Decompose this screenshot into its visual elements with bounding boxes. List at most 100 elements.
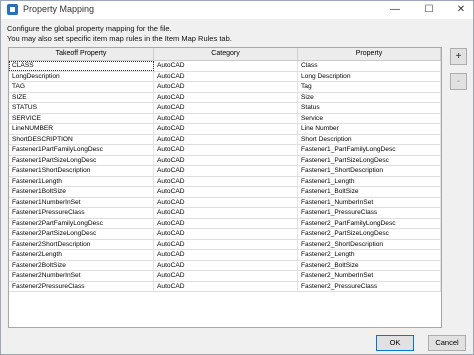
table-row[interactable]: LineNUMBER AutoCAD Line Number	[9, 124, 441, 135]
table-row[interactable]: LongDescription AutoCAD Long Description	[9, 71, 441, 82]
table-row[interactable]: Fastener2PressureClass AutoCAD Fastener2_P…	[9, 281, 441, 292]
property-cell[interactable]: Fastener1_PressureClass	[298, 208, 441, 218]
category-cell[interactable]: AutoCAD	[154, 71, 298, 82]
property-cell[interactable]: Fastener2_BoltSize	[298, 260, 441, 271]
property-cell[interactable]: Line Number	[298, 124, 441, 134]
takeoff-property-cell[interactable]: Fastener2PartSizeLongDesc	[9, 229, 154, 239]
takeoff-property-cell[interactable]: ShortDESCRIPTION	[9, 134, 154, 145]
takeoff-property-cell[interactable]: Fastener1ShortDescription	[9, 166, 154, 176]
table-row[interactable]: STATUS AutoCAD Status	[9, 103, 441, 114]
ok-button[interactable]: OK	[376, 335, 414, 351]
table-row[interactable]: Fastener1PartFamilyLongDesc AutoCAD Fasten…	[9, 145, 441, 156]
takeoff-property-cell[interactable]: Fastener1PressureClass	[9, 208, 154, 218]
property-cell[interactable]: Fastener1_BoltSize	[298, 187, 441, 197]
remove-row-button[interactable]: -	[450, 73, 467, 90]
takeoff-property-cell[interactable]: Fastener2PartFamilyLongDesc	[9, 218, 154, 229]
takeoff-property-cell[interactable]: Fastener2PressureClass	[9, 281, 154, 292]
close-icon[interactable]: ✕	[447, 1, 474, 19]
takeoff-property-cell[interactable]: CLASS	[9, 61, 154, 71]
table-row[interactable]: Fastener1NumberInSet AutoCAD Fastener1_Num…	[9, 197, 441, 208]
category-cell[interactable]: AutoCAD	[154, 260, 298, 271]
table-row[interactable]: Fastener2PartFamilyLongDesc AutoCAD Fasten…	[9, 218, 441, 229]
takeoff-property-cell[interactable]: SIZE	[9, 92, 154, 103]
takeoff-property-cell[interactable]: Fastener1NumberInSet	[9, 197, 154, 208]
takeoff-property-cell[interactable]: Fastener2Length	[9, 250, 154, 260]
category-cell[interactable]: AutoCAD	[154, 281, 298, 292]
property-cell[interactable]: Fastener1_NumberInSet	[298, 197, 441, 208]
category-cell[interactable]: AutoCAD	[154, 61, 298, 71]
property-cell[interactable]: Fastener2_ShortDescription	[298, 239, 441, 250]
property-cell[interactable]: Class	[298, 61, 441, 71]
property-cell[interactable]: Fastener2_Length	[298, 250, 441, 260]
category-cell[interactable]: AutoCAD	[154, 134, 298, 145]
category-cell[interactable]: AutoCAD	[154, 92, 298, 103]
table-row[interactable]: SIZE AutoCAD Size	[9, 92, 441, 103]
property-cell[interactable]: Fastener1_PartSizeLongDesc	[298, 155, 441, 166]
category-cell[interactable]: AutoCAD	[154, 124, 298, 134]
takeoff-property-cell[interactable]: STATUS	[9, 103, 154, 113]
table-row[interactable]: Fastener2NumberInSet AutoCAD Fastener2_Num…	[9, 271, 441, 282]
category-cell[interactable]: AutoCAD	[154, 166, 298, 176]
property-cell[interactable]: Fastener1_ShortDescription	[298, 166, 441, 176]
property-cell[interactable]: Fastener2_PressureClass	[298, 281, 441, 292]
table-row[interactable]: Fastener1PartSizeLongDesc AutoCAD Fastener…	[9, 155, 441, 166]
category-cell[interactable]: AutoCAD	[154, 82, 298, 92]
table-row[interactable]: SERVICE AutoCAD Service	[9, 113, 441, 124]
takeoff-property-cell[interactable]: Fastener1Length	[9, 176, 154, 187]
category-cell[interactable]: AutoCAD	[154, 103, 298, 113]
category-cell[interactable]: AutoCAD	[154, 250, 298, 260]
property-cell[interactable]: Fastener1_PartFamilyLongDesc	[298, 145, 441, 155]
property-cell[interactable]: Tag	[298, 82, 441, 92]
category-cell[interactable]: AutoCAD	[154, 176, 298, 187]
property-cell[interactable]: Fastener2_PartSizeLongDesc	[298, 229, 441, 239]
table-row[interactable]: Fastener1Length AutoCAD Fastener1_Length	[9, 176, 441, 187]
table-row[interactable]: TAG AutoCAD Tag	[9, 82, 441, 93]
takeoff-property-cell[interactable]: Fastener2NumberInSet	[9, 271, 154, 281]
column-header-property[interactable]: Property	[298, 48, 441, 60]
table-row[interactable]: CLASS AutoCAD Class	[9, 61, 441, 72]
property-cell[interactable]: Service	[298, 113, 441, 124]
table-row[interactable]: ShortDESCRIPTION AutoCAD Short Description	[9, 134, 441, 145]
property-cell[interactable]: Long Description	[298, 71, 441, 82]
property-cell[interactable]: Fastener1_Length	[298, 176, 441, 187]
table-row[interactable]: Fastener2PartSizeLongDesc AutoCAD Fastener…	[9, 229, 441, 240]
minimize-icon[interactable]: —	[381, 1, 409, 19]
column-header-category[interactable]: Category	[154, 48, 298, 60]
table-row[interactable]: Fastener1ShortDescription AutoCAD Fastener…	[9, 166, 441, 177]
table-row[interactable]: Fastener2ShortDescription AutoCAD Fastener…	[9, 239, 441, 250]
property-cell[interactable]: Fastener2_NumberInSet	[298, 271, 441, 281]
property-cell[interactable]: Short Description	[298, 134, 441, 145]
cancel-button[interactable]: Cancel	[428, 335, 466, 351]
table-row[interactable]: Fastener1PressureClass AutoCAD Fastener1_P…	[9, 208, 441, 219]
takeoff-property-cell[interactable]: LineNUMBER	[9, 124, 154, 134]
takeoff-property-cell[interactable]: LongDescription	[9, 71, 154, 82]
category-cell[interactable]: AutoCAD	[154, 145, 298, 155]
property-cell[interactable]: Fastener2_PartFamilyLongDesc	[298, 218, 441, 229]
category-cell[interactable]: AutoCAD	[154, 197, 298, 208]
takeoff-property-cell[interactable]: SERVICE	[9, 113, 154, 124]
category-cell[interactable]: AutoCAD	[154, 208, 298, 218]
category-cell[interactable]: AutoCAD	[154, 229, 298, 239]
category-cell[interactable]: AutoCAD	[154, 155, 298, 166]
takeoff-property-cell[interactable]: Fastener1PartFamilyLongDesc	[9, 145, 154, 155]
category-cell[interactable]: AutoCAD	[154, 187, 298, 197]
takeoff-property-cell[interactable]: Fastener1PartSizeLongDesc	[9, 155, 154, 166]
category-cell[interactable]: AutoCAD	[154, 113, 298, 124]
category-cell[interactable]: AutoCAD	[154, 239, 298, 250]
table-row[interactable]: Fastener1BoltSize AutoCAD Fastener1_BoltSi…	[9, 187, 441, 198]
takeoff-property-cell[interactable]: Fastener2BoltSize	[9, 260, 154, 271]
title-bar[interactable]: Property Mapping — ☐ ✕	[1, 1, 473, 19]
takeoff-property-cell[interactable]: TAG	[9, 82, 154, 92]
takeoff-property-cell[interactable]: Fastener2ShortDescription	[9, 239, 154, 250]
property-cell[interactable]: Status	[298, 103, 441, 113]
property-cell[interactable]: Size	[298, 92, 441, 103]
table-row[interactable]: Fastener2BoltSize AutoCAD Fastener2_BoltSi…	[9, 260, 441, 271]
maximize-icon[interactable]: ☐	[415, 1, 443, 19]
property-mapping-table[interactable]: Takeoff Property Category Property CLASS…	[8, 47, 442, 328]
table-row[interactable]: Fastener2Length AutoCAD Fastener2_Length	[9, 250, 441, 261]
category-cell[interactable]: AutoCAD	[154, 271, 298, 281]
takeoff-property-cell[interactable]: Fastener1BoltSize	[9, 187, 154, 197]
column-header-takeoff-property[interactable]: Takeoff Property	[9, 48, 154, 60]
category-cell[interactable]: AutoCAD	[154, 218, 298, 229]
add-row-button[interactable]: +	[450, 48, 467, 65]
